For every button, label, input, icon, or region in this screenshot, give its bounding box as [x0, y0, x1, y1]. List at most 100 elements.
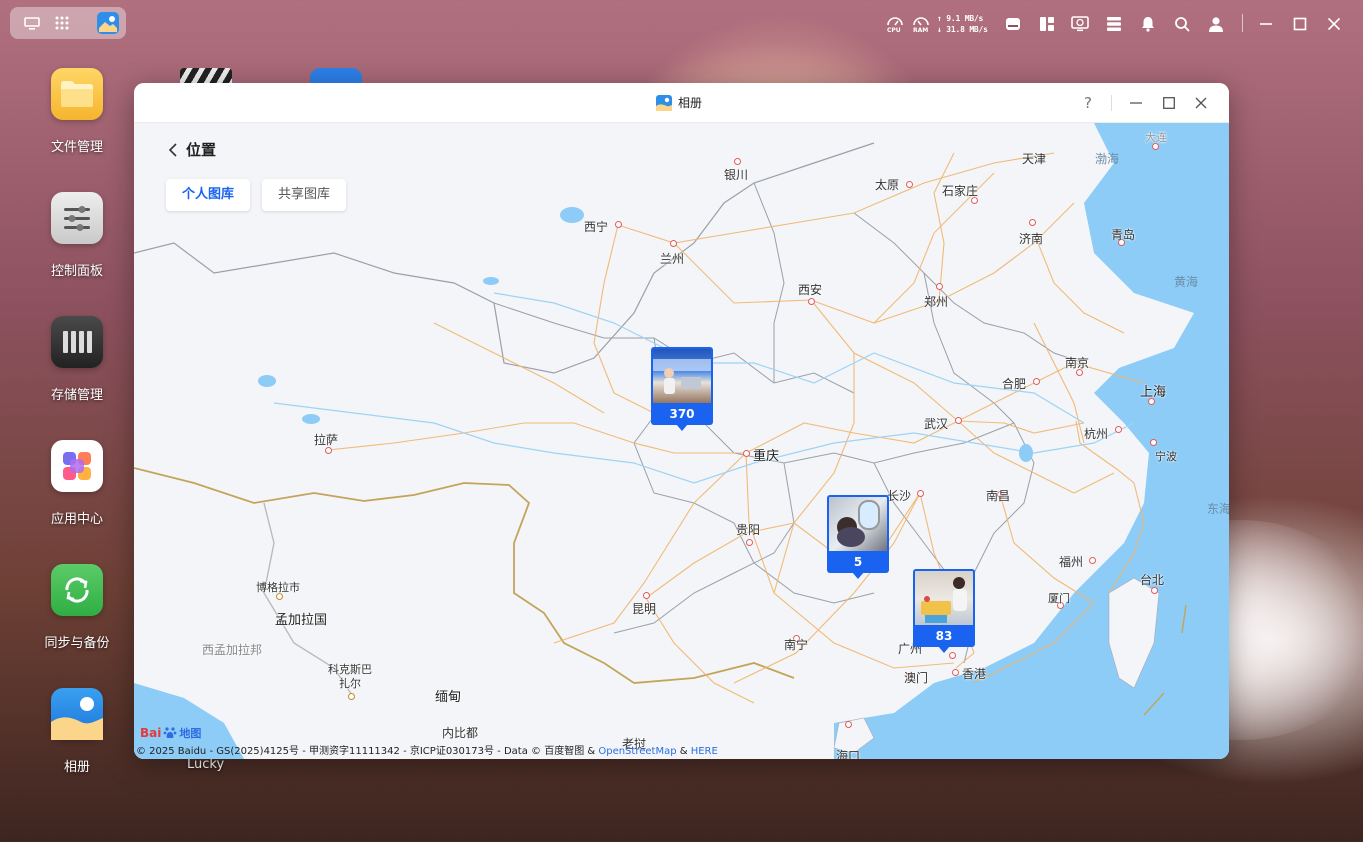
city-label: 青岛 — [1111, 228, 1136, 242]
user-icon[interactable] — [1205, 12, 1227, 36]
widget-icon[interactable] — [1036, 12, 1058, 36]
app-center-icon — [51, 440, 103, 492]
cluster-count: 83 — [913, 625, 975, 647]
window-titlebar[interactable]: 相册 ? — [134, 83, 1229, 123]
tab-shared-library[interactable]: 共享图库 — [262, 179, 347, 211]
city-label: 武汉 — [924, 417, 949, 431]
desktop-app-sync[interactable]: 同步与备份 — [36, 564, 118, 674]
back-button[interactable]: 位置 — [168, 139, 216, 160]
photos-app-icon — [656, 94, 672, 111]
city-label: 福州 — [1059, 555, 1084, 569]
airplane-window-photo-icon — [827, 495, 889, 553]
copyright-text: © 2025 Baidu - GS(2025)4125号 - 甲测资字11111… — [136, 746, 599, 757]
bell-icon[interactable] — [1137, 12, 1159, 36]
location-map[interactable]: 天津 渤海 银川 太原 石家庄 西宁 兰州 济南 青岛 黄海 西安 郑州 南京 … — [134, 123, 1229, 759]
desktop-app-label: 存储管理 — [50, 388, 103, 403]
minimize-button[interactable] — [1125, 93, 1147, 113]
city-dot-xining — [615, 221, 622, 228]
photos-taskbar-icon[interactable] — [90, 7, 126, 39]
lake — [258, 375, 276, 387]
city-dot-hangzhou — [1115, 426, 1122, 433]
close-desktop-icon[interactable] — [1323, 12, 1345, 36]
city-dot-kunming — [643, 592, 650, 599]
desktop-app-center[interactable]: 应用中心 — [36, 440, 118, 550]
search-icon[interactable] — [1171, 12, 1193, 36]
minimize-desktop-icon[interactable] — [1255, 12, 1277, 36]
desktop-app-label: 同步与备份 — [44, 636, 110, 651]
child-photo-icon — [651, 347, 713, 405]
app-grid-icon[interactable] — [44, 7, 80, 39]
baidu-logo-text: Bai — [140, 726, 162, 740]
lake — [1019, 444, 1033, 462]
photos-window: 相册 ? 天津 渤海 银川 太原 石家庄 西宁 兰州 济南 青岛 黄海 西安 郑… — [134, 83, 1229, 759]
video-app-icon[interactable] — [180, 68, 232, 84]
city-dot-lanzhou — [670, 240, 677, 247]
disk-icon[interactable] — [1002, 12, 1024, 36]
photo-cluster[interactable]: 5 — [827, 495, 889, 579]
task-manager-icon[interactable] — [1103, 12, 1125, 36]
remote-desktop-icon[interactable] — [1069, 12, 1091, 36]
city-label: 厦门 — [1048, 592, 1070, 605]
city-label: 西宁 — [584, 220, 609, 234]
city-dot-chongqing — [743, 450, 750, 457]
desktop-app-label: 相册 — [63, 760, 90, 775]
help-button[interactable]: ? — [1077, 93, 1099, 113]
cluster-pointer — [938, 646, 950, 653]
photo-cluster[interactable]: 83 — [913, 569, 975, 653]
city-label: 香港 — [962, 667, 987, 681]
city-dot-guangzhou — [949, 652, 956, 659]
titlebar-divider — [1111, 95, 1112, 111]
city-dot-coxs-bazar — [348, 693, 355, 700]
maximize-button[interactable] — [1158, 93, 1180, 113]
maximize-desktop-icon[interactable] — [1289, 12, 1311, 36]
desktop-app-control-panel[interactable]: 控制面板 — [36, 192, 118, 302]
city-label: 南昌 — [986, 489, 1011, 503]
desktop-app-label-lucky[interactable]: Lucky — [187, 757, 224, 772]
photo-cluster[interactable]: 370 — [651, 347, 713, 431]
sea-label: 黄海 — [1174, 275, 1199, 289]
baidu-logo[interactable]: Bai 地图 — [140, 725, 201, 741]
sea-label: 渤海 — [1095, 152, 1120, 166]
map-attribution: © 2025 Baidu - GS(2025)4125号 - 甲测资字11111… — [136, 742, 718, 757]
cluster-pointer — [852, 572, 864, 579]
city-label: 长沙 — [887, 489, 912, 503]
city-dot-guiyang — [746, 539, 753, 546]
city-label: 拉萨 — [314, 433, 339, 447]
city-label: 台北 — [1140, 573, 1165, 587]
desktop-app-photos[interactable]: 相册 — [36, 688, 118, 798]
desktop-app-storage[interactable]: 存储管理 — [36, 316, 118, 426]
city-dot-changsha — [917, 490, 924, 497]
city-dot-haikou — [845, 721, 852, 728]
here-link[interactable]: HERE — [691, 746, 718, 757]
city-label: 杭州 — [1084, 427, 1109, 441]
city-dot-xian — [808, 298, 815, 305]
desktop-app-files[interactable]: 文件管理 — [36, 68, 118, 178]
lake — [302, 414, 320, 424]
osm-link[interactable]: OpenStreetMap — [598, 746, 676, 757]
city-label: 郑州 — [924, 295, 949, 309]
tray-divider — [1242, 14, 1243, 32]
cluster-count: 5 — [827, 551, 889, 573]
city-label: 西安 — [798, 283, 823, 297]
city-dot-hefei — [1033, 378, 1040, 385]
city-label: 兰州 — [660, 252, 685, 266]
city-label: 上海 — [1140, 385, 1167, 400]
city-label: 博格拉市 — [256, 581, 300, 594]
child-playing-photo-icon — [913, 569, 975, 627]
control-panel-icon — [51, 192, 103, 244]
upload-speed: 9.1 MB/s — [946, 14, 984, 23]
folder-icon — [51, 68, 103, 120]
city-label: 天津 — [1022, 152, 1047, 166]
tab-personal-library[interactable]: 个人图库 — [166, 179, 251, 211]
city-dot-taipei — [1151, 587, 1158, 594]
partial-app-icon[interactable] — [310, 68, 362, 84]
qinghai-lake — [560, 207, 584, 223]
city-label: 澳门 — [904, 671, 929, 685]
city-label: 银川 — [724, 168, 749, 182]
city-dot-jinan — [1029, 219, 1036, 226]
city-dot-fuzhou — [1089, 557, 1096, 564]
desktop-app-label: 文件管理 — [50, 140, 103, 155]
country-label: 缅甸 — [435, 690, 462, 705]
cluster-pointer — [676, 424, 688, 431]
close-button[interactable] — [1190, 93, 1212, 113]
